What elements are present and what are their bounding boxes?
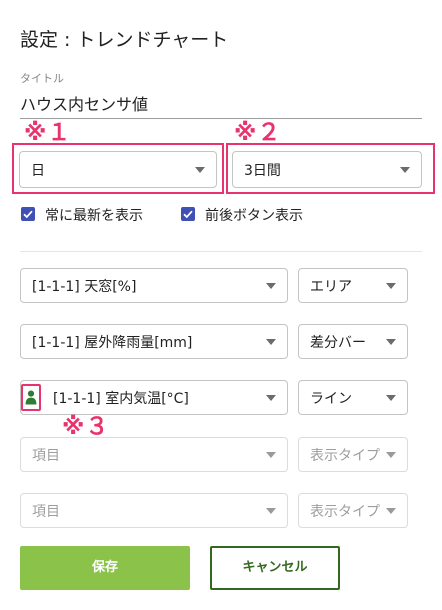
nav-buttons-label: 前後ボタン表示: [205, 208, 303, 224]
title-field-label: タイトル: [20, 72, 64, 85]
chevron-down-icon: [386, 507, 396, 514]
title-input-underline: [20, 118, 422, 119]
chevron-down-icon: [266, 451, 276, 458]
series-item-select[interactable]: [1-1-1] 室内気温[°C]: [20, 380, 288, 415]
always-latest-label: 常に最新を表示: [45, 208, 143, 224]
note-3: ※３: [62, 414, 110, 440]
divider: [20, 251, 422, 252]
chevron-down-icon: [386, 338, 396, 345]
cancel-button[interactable]: キャンセル: [210, 546, 340, 590]
series-item-select[interactable]: [1-1-1] 天窓[%]: [20, 268, 288, 303]
series-type-select[interactable]: 表示タイプ: [298, 437, 408, 472]
series-item-placeholder: 項目: [32, 447, 60, 464]
series-type-value: エリア: [310, 278, 352, 295]
series-type-placeholder: 表示タイプ: [310, 447, 380, 464]
title-input[interactable]: ハウス内センサ値: [20, 91, 148, 115]
series-item-placeholder: 項目: [32, 503, 60, 520]
series-type-select[interactable]: エリア: [298, 268, 408, 303]
chevron-down-icon: [386, 451, 396, 458]
dialog-title: 設定 : トレンドチャート: [20, 29, 229, 51]
note-2: ※２: [234, 120, 282, 146]
note-1: ※１: [24, 120, 72, 146]
series-item-select[interactable]: [1-1-1] 屋外降雨量[mm]: [20, 324, 288, 359]
always-latest-checkbox[interactable]: [21, 207, 35, 221]
chevron-down-icon: [266, 507, 276, 514]
period-unit-value: 日: [31, 162, 45, 179]
chevron-down-icon: [266, 282, 276, 289]
series-item-value: [1-1-1] 屋外降雨量[mm]: [32, 334, 193, 351]
series-type-value: ライン: [310, 390, 352, 407]
checkmark-icon: [23, 210, 33, 219]
chevron-down-icon: [386, 394, 396, 401]
chevron-down-icon: [386, 282, 396, 289]
save-button[interactable]: 保存: [20, 546, 190, 590]
series-type-select[interactable]: 差分バー: [298, 324, 408, 359]
period-unit-select[interactable]: 日: [19, 151, 217, 188]
checkmark-icon: [183, 210, 193, 219]
chevron-down-icon: [266, 338, 276, 345]
series-type-value: 差分バー: [310, 334, 366, 351]
chevron-down-icon: [266, 394, 276, 401]
series-item-select[interactable]: 項目: [20, 493, 288, 528]
chevron-down-icon: [195, 166, 205, 173]
person-icon: [25, 390, 37, 405]
nav-buttons-checkbox[interactable]: [181, 207, 195, 221]
series-item-value: [1-1-1] 天窓[%]: [32, 278, 137, 295]
series-item-select[interactable]: 項目: [20, 437, 288, 472]
series-item-value: [1-1-1] 室内気温[°C]: [53, 390, 189, 407]
chevron-down-icon: [400, 166, 410, 173]
series-type-select[interactable]: 表示タイプ: [298, 493, 408, 528]
series-type-placeholder: 表示タイプ: [310, 503, 380, 520]
period-range-value: 3日間: [244, 162, 281, 179]
series-type-select[interactable]: ライン: [298, 380, 408, 415]
period-range-select[interactable]: 3日間: [232, 151, 422, 188]
